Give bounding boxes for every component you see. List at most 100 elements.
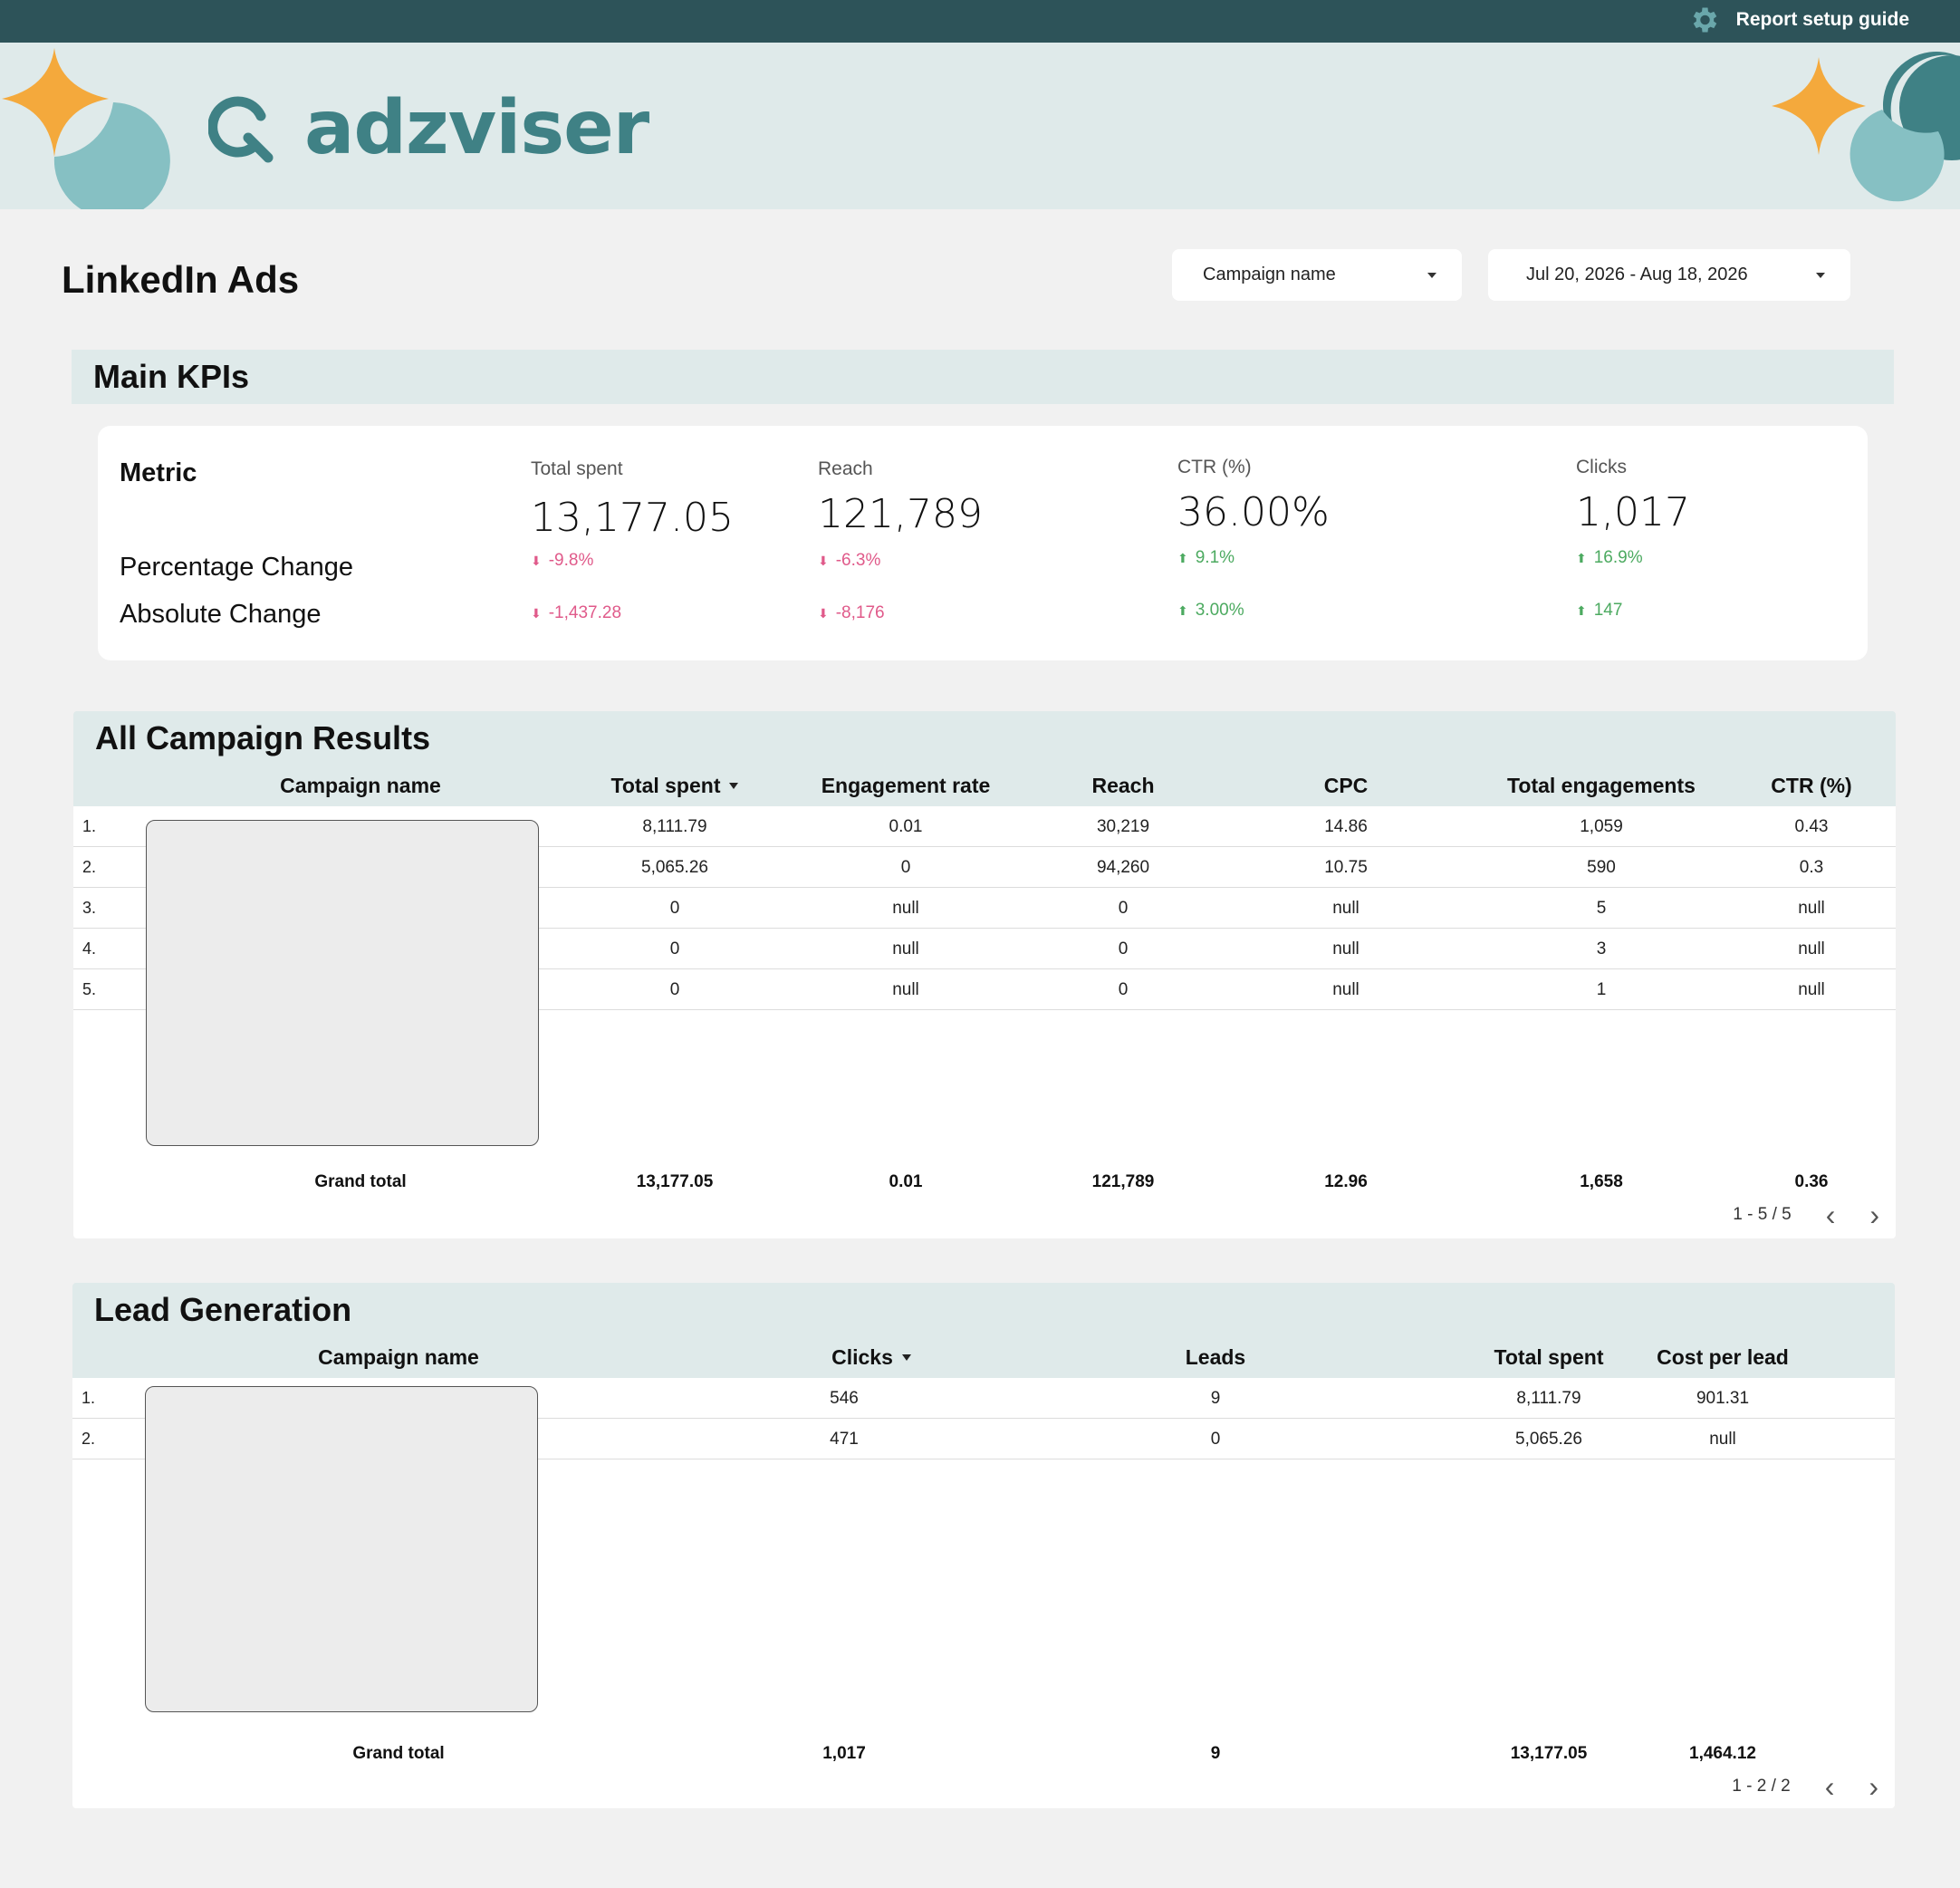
- date-range-label: Jul 20, 2026 - Aug 18, 2026: [1526, 265, 1748, 284]
- cell-leads: 0: [1210, 1429, 1221, 1449]
- sort-desc-icon: [729, 783, 739, 789]
- pct-value: -6.3%: [835, 551, 881, 570]
- kpi-value: 13,177.05: [531, 495, 734, 541]
- lead-generation-table: Campaign name Clicks Leads Total spent C…: [72, 1337, 1895, 1808]
- col-label: CTR (%): [1771, 774, 1852, 797]
- arrow-up-icon: ⬆: [1177, 602, 1188, 618]
- kpi-pct-change: ⬆ 16.9%: [1576, 548, 1643, 568]
- col-label: Campaign name: [280, 774, 441, 797]
- row-index: 1.: [82, 817, 97, 835]
- arrow-down-icon: ⬇: [531, 553, 542, 568]
- kpi-name: Total spent: [531, 458, 623, 479]
- cell-ctr: null: [1798, 898, 1825, 918]
- date-range-filter[interactable]: Jul 20, 2026 - Aug 18, 2026: [1488, 249, 1850, 301]
- page-range: 1 - 5 / 5: [1733, 1205, 1792, 1224]
- campaign-name-filter[interactable]: Campaign name: [1172, 249, 1462, 301]
- cell-reach: 94,260: [1096, 857, 1150, 877]
- campaign-name-filter-label: Campaign name: [1203, 265, 1336, 284]
- row-index: 4.: [82, 939, 97, 958]
- col-cost-per-lead[interactable]: Cost per lead: [1614, 1337, 1831, 1378]
- gear-icon: [1693, 7, 1716, 33]
- cell-total-engagements: 1: [1596, 979, 1607, 999]
- pct-value: -9.8%: [548, 551, 594, 570]
- kpi-pct-change: ⬆ 9.1%: [1177, 548, 1235, 568]
- cell-total-spent: 5,065.26: [641, 857, 708, 877]
- cell-ctr: 0.43: [1794, 816, 1829, 836]
- cell-reach: 0: [1118, 939, 1129, 958]
- logo-text: adzviser: [304, 85, 649, 171]
- grand-total-label: Grand total: [314, 1172, 407, 1191]
- cell-ctr: null: [1798, 979, 1825, 999]
- total-ctr: 0.36: [1794, 1172, 1829, 1191]
- cell-cpc: null: [1332, 939, 1360, 958]
- cell-engagement-rate: null: [892, 979, 919, 999]
- kpi-name: CTR (%): [1177, 457, 1252, 477]
- kpi-abs-change: ⬆ 147: [1576, 601, 1622, 621]
- col-label: Total spent: [1494, 1345, 1604, 1369]
- percentage-change-label: Percentage Change: [120, 553, 353, 582]
- report-setup-guide-button[interactable]: Report setup guide: [1687, 4, 1909, 36]
- page-title: LinkedIn Ads: [62, 258, 300, 301]
- col-total-spent[interactable]: Total spent: [557, 766, 793, 806]
- kpi-value: 36.00%: [1177, 489, 1330, 535]
- pagination: 1 - 5 / 5 ‹ ›: [1733, 1200, 1879, 1229]
- col-label: Engagement rate: [821, 774, 991, 797]
- total-engagements: 1,658: [1580, 1172, 1623, 1191]
- arrow-up-icon: ⬆: [1177, 550, 1188, 565]
- col-label: Clicks: [831, 1345, 893, 1369]
- col-campaign-name[interactable]: Campaign name: [163, 1337, 634, 1378]
- cell-cost-per-lead: null: [1709, 1429, 1736, 1449]
- prev-page-icon[interactable]: ‹: [1825, 1772, 1835, 1801]
- arrow-down-icon: ⬇: [818, 605, 829, 621]
- brand-banner: adzviser: [0, 43, 1960, 209]
- col-campaign-name[interactable]: Campaign name: [164, 766, 557, 806]
- cell-total-spent: 8,111.79: [642, 816, 707, 836]
- report-setup-guide-label: Report setup guide: [1735, 9, 1909, 30]
- pct-value: 9.1%: [1195, 548, 1235, 567]
- decoration-right: [1772, 51, 1960, 202]
- kpi-total-spent: Total spent 13,177.05: [531, 458, 734, 541]
- arrow-down-icon: ⬇: [818, 553, 829, 568]
- kpi-value: 1,017: [1576, 489, 1690, 535]
- col-label: Total spent: [610, 774, 721, 797]
- search-logo-icon: [208, 96, 274, 163]
- sort-desc-icon: [901, 1354, 911, 1361]
- prev-page-icon[interactable]: ‹: [1826, 1200, 1836, 1229]
- chevron-down-icon: [1816, 272, 1825, 278]
- campaign-results-title: All Campaign Results: [95, 719, 431, 756]
- table-header: Campaign name Clicks Leads Total spent C…: [72, 1337, 1895, 1378]
- absolute-change-label: Absolute Change: [120, 600, 322, 629]
- col-total-engagements[interactable]: Total engagements: [1465, 766, 1738, 806]
- abs-value: -8,176: [835, 603, 885, 622]
- col-label: Campaign name: [318, 1345, 479, 1369]
- kpi-abs-change: ⬆ 3.00%: [1177, 601, 1244, 621]
- page-range: 1 - 2 / 2: [1732, 1777, 1791, 1796]
- col-engagement-rate[interactable]: Engagement rate: [793, 766, 1019, 806]
- cell-cpc: null: [1332, 979, 1360, 999]
- kpi-pct-change: ⬇ -9.8%: [531, 551, 593, 571]
- decoration-left: [2, 48, 170, 209]
- col-label: Cost per lead: [1657, 1345, 1789, 1369]
- total-total-spent: 13,177.05: [636, 1172, 714, 1191]
- col-reach[interactable]: Reach: [1019, 766, 1227, 806]
- kpi-value: 121,789: [818, 491, 983, 537]
- abs-value: 3.00%: [1195, 601, 1244, 620]
- adzviser-logo: adzviser: [208, 92, 649, 166]
- abs-value: -1,437.28: [548, 603, 622, 622]
- total-cpc: 12.96: [1324, 1172, 1368, 1191]
- pct-value: 16.9%: [1593, 548, 1643, 567]
- col-ctr[interactable]: CTR (%): [1738, 766, 1885, 806]
- total-engagement-rate: 0.01: [889, 1172, 923, 1191]
- campaign-results-table: Campaign name Total spent Engagement rat…: [73, 766, 1896, 1238]
- kpi-abs-change: ⬇ -8,176: [818, 603, 885, 623]
- col-cpc[interactable]: CPC: [1227, 766, 1465, 806]
- col-leads[interactable]: Leads: [1109, 1337, 1322, 1378]
- next-page-icon[interactable]: ›: [1869, 1200, 1879, 1229]
- kpi-name: Clicks: [1576, 457, 1627, 477]
- next-page-icon[interactable]: ›: [1869, 1772, 1878, 1801]
- arrow-up-icon: ⬆: [1576, 550, 1587, 565]
- total-clicks: 1,017: [822, 1744, 866, 1763]
- abs-value: 147: [1593, 601, 1623, 620]
- col-clicks[interactable]: Clicks: [634, 1337, 1109, 1378]
- pagination: 1 - 2 / 2 ‹ ›: [1732, 1772, 1878, 1801]
